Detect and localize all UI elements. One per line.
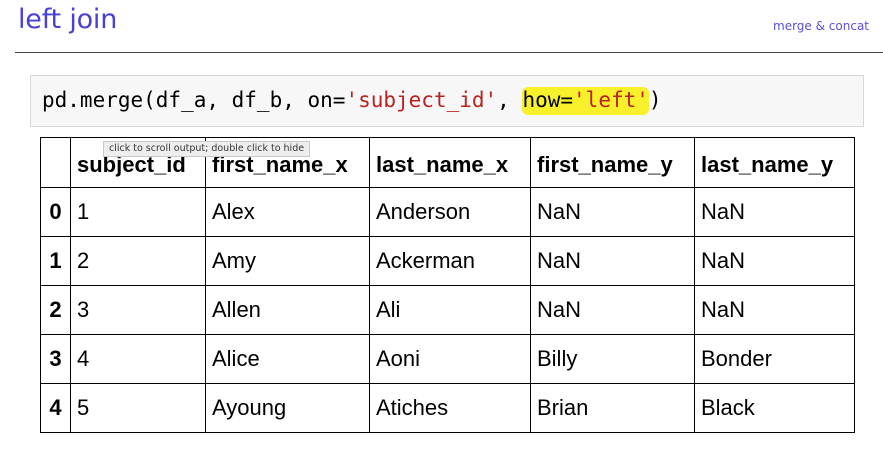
cell-first-name-x: Alice	[205, 334, 370, 384]
index-header	[40, 137, 71, 188]
title-divider	[15, 52, 883, 53]
scroll-output-tooltip: click to scroll output; double click to …	[103, 141, 311, 157]
how-highlight: how='left'	[522, 87, 649, 115]
cell-first-name-x: Allen	[205, 285, 370, 335]
on-value-string: 'subject_id'	[345, 88, 498, 112]
row-index: 3	[40, 334, 71, 384]
code-suffix: )	[648, 88, 662, 112]
cell-subject-id: 1	[70, 187, 206, 237]
row-index: 1	[40, 236, 71, 286]
column-header-first-name-y: first_name_y	[530, 137, 695, 188]
column-header-last-name-y: last_name_y	[694, 137, 855, 188]
cell-last-name-y: NaN	[694, 285, 855, 335]
cell-first-name-x: Amy	[205, 236, 370, 286]
how-keyword: how=	[522, 88, 574, 112]
output-dataframe: subject_id first_name_x last_name_x firs…	[40, 137, 855, 433]
cell-last-name-x: Aoni	[369, 334, 531, 384]
cell-first-name-y: NaN	[530, 236, 695, 286]
table-row: 3 4 Alice Aoni Billy Bonder	[40, 334, 855, 384]
cell-subject-id: 2	[70, 236, 206, 286]
code-cell-input[interactable]: pd.merge(df_a, df_b, on='subject_id', ho…	[30, 75, 864, 127]
code-separator: ,	[497, 88, 523, 112]
cell-first-name-x: Alex	[205, 187, 370, 237]
row-index: 2	[40, 285, 71, 335]
cell-last-name-x: Ali	[369, 285, 531, 335]
cell-last-name-y: NaN	[694, 187, 855, 237]
code-line: pd.merge(df_a, df_b, on='subject_id', ho…	[42, 87, 662, 115]
cell-first-name-y: Billy	[530, 334, 695, 384]
cell-subject-id: 5	[70, 383, 206, 433]
cell-last-name-x: Ackerman	[369, 236, 531, 286]
section-label: merge & concat	[773, 19, 869, 33]
slide-title: left join	[18, 4, 118, 35]
cell-last-name-x: Atiches	[369, 383, 531, 433]
column-header-last-name-x: last_name_x	[369, 137, 531, 188]
table-row: 1 2 Amy Ackerman NaN NaN	[40, 236, 855, 286]
cell-first-name-y: Brian	[530, 383, 695, 433]
cell-subject-id: 3	[70, 285, 206, 335]
cell-subject-id: 4	[70, 334, 206, 384]
table-row: 0 1 Alex Anderson NaN NaN	[40, 187, 855, 237]
cell-last-name-x: Anderson	[369, 187, 531, 237]
cell-last-name-y: NaN	[694, 236, 855, 286]
row-index: 4	[40, 383, 71, 433]
cell-last-name-y: Black	[694, 383, 855, 433]
cell-first-name-y: NaN	[530, 187, 695, 237]
table-row: 2 3 Allen Ali NaN NaN	[40, 285, 855, 335]
code-prefix: pd.merge(df_a, df_b, on=	[42, 88, 346, 112]
table-row: 4 5 Ayoung Atiches Brian Black	[40, 383, 855, 433]
cell-first-name-y: NaN	[530, 285, 695, 335]
cell-last-name-y: Bonder	[694, 334, 855, 384]
row-index: 0	[40, 187, 71, 237]
how-value-string: 'left'	[573, 88, 649, 112]
cell-first-name-x: Ayoung	[205, 383, 370, 433]
